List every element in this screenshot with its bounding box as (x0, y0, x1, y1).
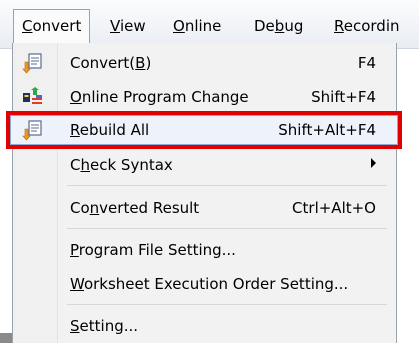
menu-item-program-file-setting[interactable]: Program File Setting... (13, 233, 396, 267)
rebuild-all-icon (22, 120, 42, 141)
menu-recording[interactable]: Recordin (326, 9, 408, 44)
menu-item-setting[interactable]: Setting... (13, 309, 396, 343)
submenu-arrow-icon (371, 158, 376, 168)
convert-dropdown-menu: Convert(B) F4 Online Program Change Shif… (6, 43, 402, 343)
convert-icon (22, 53, 42, 74)
menu-item-convert[interactable]: Convert(B) F4 (13, 46, 396, 80)
menu-item-rebuild-all[interactable]: Rebuild All Shift+Alt+F4 (13, 113, 396, 147)
worksheet-execution-order-setting-label: Worksheet Execution Order Setting... (70, 275, 349, 293)
menu-convert[interactable]: Convert (13, 9, 91, 44)
online-program-change-icon (23, 87, 42, 104)
menu-view-label: iew (119, 17, 146, 35)
converted-result-label: Converted Result (70, 199, 200, 217)
separator (67, 228, 387, 229)
menu-online[interactable]: Online (165, 9, 229, 44)
converted-result-shortcut: Ctrl+Alt+O (292, 199, 376, 217)
separator (67, 185, 387, 186)
check-syntax-label: Check Syntax (70, 156, 173, 174)
menu-convert-label: onvert (32, 17, 82, 35)
online-program-change-shortcut: Shift+F4 (311, 88, 376, 106)
menu-recording-accelerator: R (334, 17, 344, 35)
program-file-setting-label: Program File Setting... (70, 241, 236, 259)
rebuild-all-label: Rebuild All (70, 121, 150, 139)
online-program-change-label: Online Program Change (70, 88, 249, 106)
menu-debug-label-pre: De (254, 17, 275, 35)
menu-item-converted-result[interactable]: Converted Result Ctrl+Alt+O (13, 191, 396, 225)
convert-label: Convert(B) (70, 54, 152, 72)
menu-debug-label: ug (284, 17, 304, 35)
menu-bar: Convert View Online Debug Recordin (0, 0, 419, 49)
menu-recording-label: ecordin (343, 17, 400, 35)
menu-item-worksheet-execution-order-setting[interactable]: Worksheet Execution Order Setting... (13, 267, 396, 301)
menu-online-label: nline (184, 17, 222, 35)
menu-convert-accelerator: C (22, 17, 33, 35)
menu-item-check-syntax[interactable]: Check Syntax (13, 148, 396, 182)
menu-online-accelerator: O (173, 17, 185, 35)
setting-label: Setting... (70, 317, 139, 335)
menu-item-online-program-change[interactable]: Online Program Change Shift+F4 (13, 80, 396, 114)
menu-debug[interactable]: Debug (246, 9, 311, 44)
menu-view-accelerator: V (110, 17, 120, 35)
convert-shortcut: F4 (357, 54, 376, 72)
menu-debug-accelerator: b (274, 17, 285, 35)
background-window-edge (0, 333, 12, 343)
menu-view[interactable]: View (102, 9, 154, 44)
separator (67, 304, 387, 305)
rebuild-all-shortcut: Shift+Alt+F4 (278, 121, 376, 139)
